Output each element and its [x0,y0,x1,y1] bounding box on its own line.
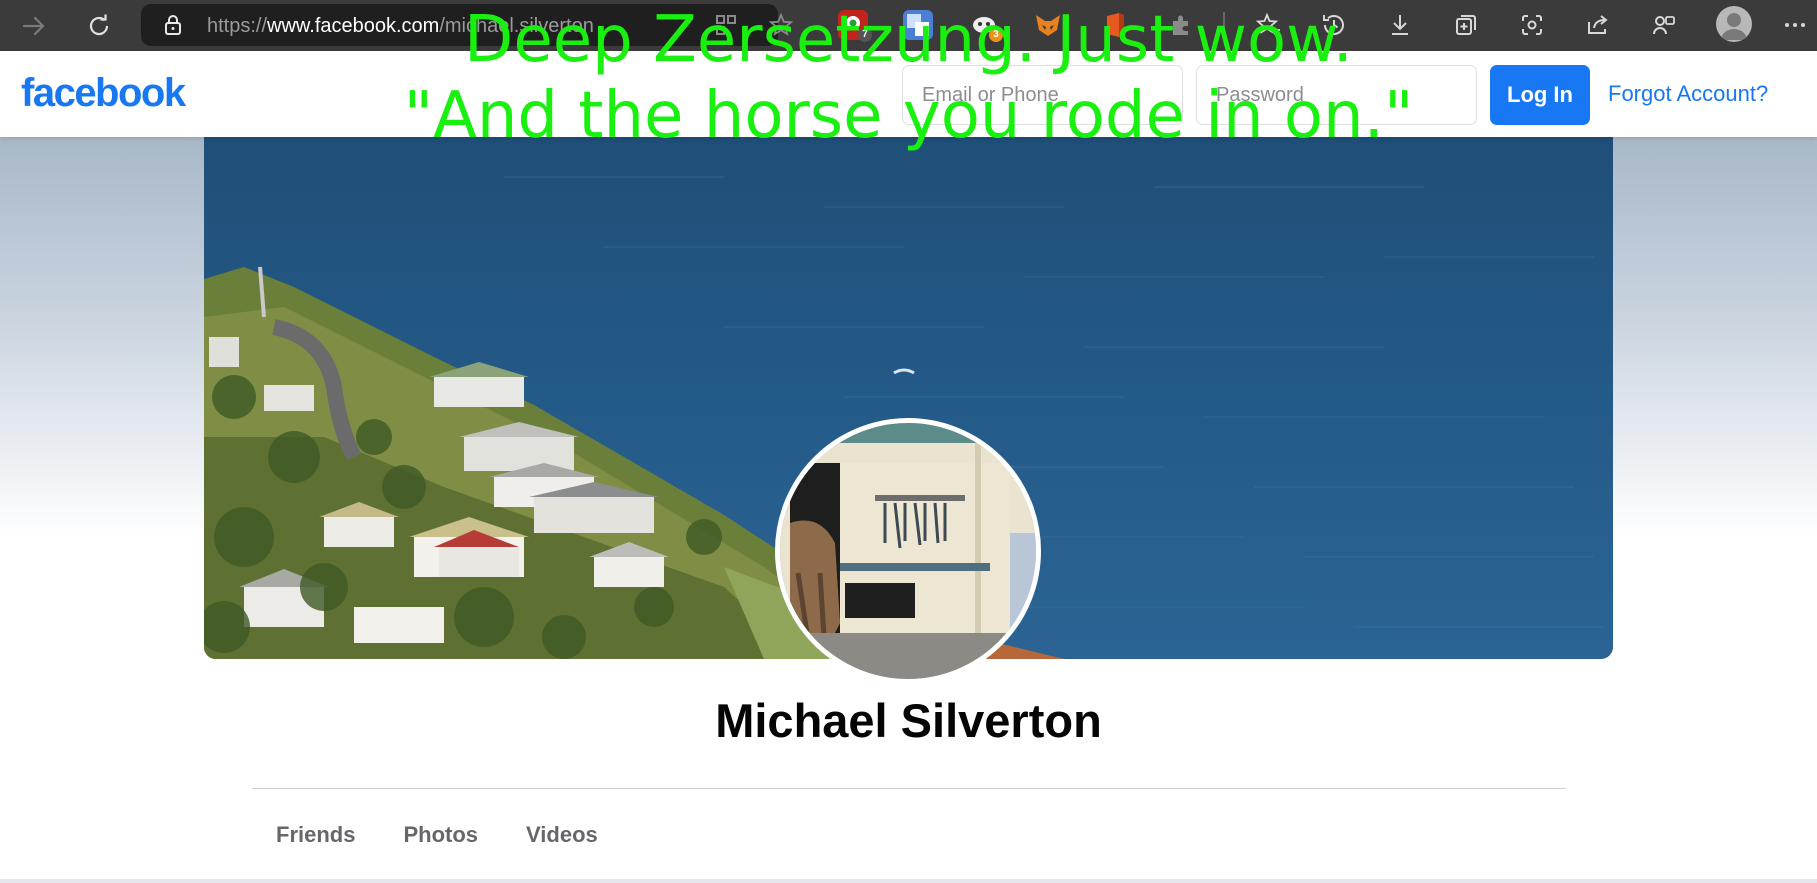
url-text: https://www.facebook.com/michael.silvert… [207,15,594,38]
extensions-puzzle-icon[interactable] [1164,8,1198,42]
lock-icon[interactable] [161,13,185,37]
facebook-header: facebook Email or Phone Password Log In … [0,51,1817,137]
toolbar-separator [1223,12,1225,38]
extension-translate-icon[interactable] [903,10,933,40]
downloads-icon[interactable] [1383,8,1417,42]
bottom-border [0,879,1817,883]
more-menu-icon[interactable] [1778,8,1812,42]
profile-picture[interactable] [775,418,1041,684]
password-field[interactable]: Password [1196,65,1477,125]
tab-photos[interactable]: Photos [379,806,502,862]
screenshot-capture-icon[interactable] [1515,8,1549,42]
share-icon[interactable] [1581,8,1615,42]
collections-icon[interactable] [1449,8,1483,42]
page: https://www.facebook.com/michael.silvert… [0,0,1817,883]
login-button[interactable]: Log In [1490,65,1590,125]
extension-badge-count: 3 [989,28,1003,42]
url-prefix: https:// [207,15,268,37]
browser-toolbar: https://www.facebook.com/michael.silvert… [0,0,1817,51]
extension-badge-count: 7 [858,28,872,42]
extension-adblock-icon[interactable]: 7 [838,10,872,42]
history-icon[interactable] [1317,8,1351,42]
profile-name: Michael Silverton [715,694,1102,747]
profile-avatar-icon[interactable] [1716,6,1752,42]
extension-office-icon[interactable] [1099,10,1129,40]
forward-icon[interactable] [14,6,54,46]
favorites-icon[interactable] [1252,8,1286,42]
profile-tabs: Friends Photos Videos [252,806,622,862]
url-domain: www.facebook.com [267,15,440,37]
feedback-icon[interactable] [1647,8,1681,42]
facebook-logo[interactable]: facebook [21,71,186,116]
address-bar[interactable]: https://www.facebook.com/michael.silvert… [141,4,778,46]
tab-videos[interactable]: Videos [502,806,622,862]
refresh-icon[interactable] [79,6,119,46]
forgot-account-link[interactable]: Forgot Account? [1608,81,1768,107]
profile-divider [252,788,1566,789]
url-path: /michael.silverton [439,15,594,37]
email-field[interactable]: Email or Phone [902,65,1183,125]
extension-metamask-fox-icon[interactable] [1033,10,1063,40]
extension-mascot-icon[interactable]: 3 [969,10,1003,42]
favorite-star-icon[interactable] [764,8,798,42]
app-grid-icon[interactable] [709,8,743,42]
tab-friends[interactable]: Friends [252,806,379,862]
